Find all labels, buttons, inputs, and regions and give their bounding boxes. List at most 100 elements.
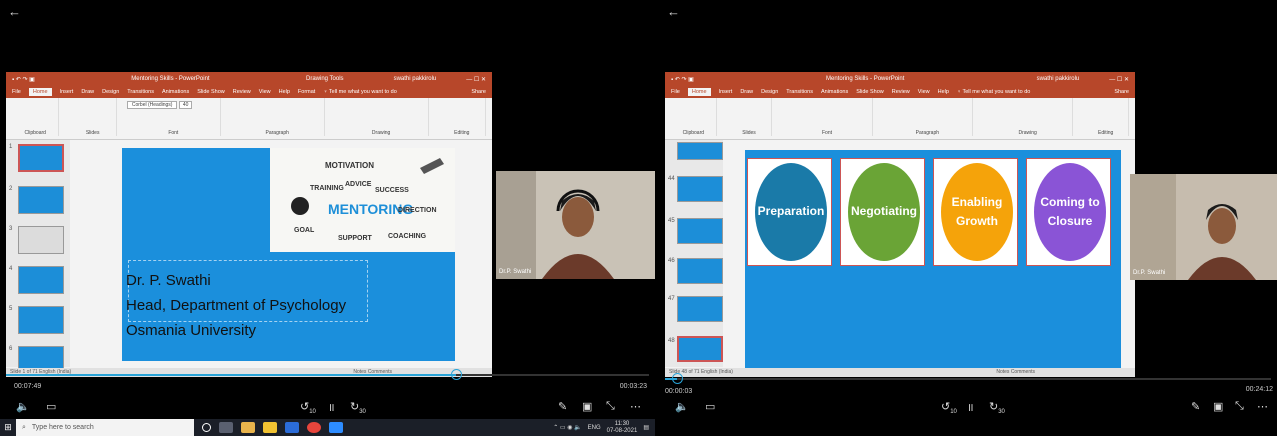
edit-icon[interactable]: ✎ xyxy=(1191,400,1200,413)
slide-canvas[interactable]: MOTIVATION ADVICE TRAINING SUCCESS MENTO… xyxy=(122,148,455,361)
slide-thumbnail-4[interactable] xyxy=(18,266,64,294)
tab-draw[interactable]: Draw xyxy=(740,89,753,95)
tab-view[interactable]: View xyxy=(918,89,930,95)
word-app-icon[interactable] xyxy=(285,422,299,433)
more-options-icon[interactable]: ⋯ xyxy=(1257,400,1268,413)
rewind-10-icon[interactable]: ↺10 xyxy=(941,400,957,415)
fit-screen-icon[interactable]: ▣ xyxy=(1213,400,1223,413)
slide-thumbnail-5[interactable] xyxy=(18,306,64,334)
ribbon-group-clipboard[interactable]: Clipboard xyxy=(12,98,60,136)
tab-transitions[interactable]: Transitions xyxy=(786,89,813,95)
slide-thumbnail-2[interactable] xyxy=(18,186,64,214)
tab-draw[interactable]: Draw xyxy=(81,89,94,95)
chrome-icon[interactable] xyxy=(307,422,321,433)
quick-access-toolbar[interactable]: ▪ ↶ ↷ ▣ xyxy=(671,76,694,83)
back-arrow-icon[interactable]: ← xyxy=(667,4,680,19)
status-notes-comments[interactable]: Notes Comments xyxy=(996,368,1035,377)
ribbon-group-editing[interactable]: Editing xyxy=(1083,98,1129,136)
captions-icon[interactable]: ▭ xyxy=(46,400,56,413)
slide-thumbnail-43[interactable] xyxy=(677,142,723,160)
tell-me-search[interactable]: ♀ Tell me what you want to do xyxy=(957,89,1030,95)
tab-file[interactable]: File xyxy=(671,89,680,95)
card-negotiating[interactable]: Negotiating xyxy=(840,158,925,266)
slide-thumbnail-47[interactable] xyxy=(677,296,723,322)
tab-review[interactable]: Review xyxy=(892,89,910,95)
cortana-icon[interactable] xyxy=(202,423,211,432)
quick-access-toolbar[interactable]: ▪ ↶ ↷ ▣ xyxy=(12,76,35,83)
font-size-box[interactable]: 40 xyxy=(178,101,193,109)
share-button[interactable]: Share xyxy=(471,89,486,95)
tab-design[interactable]: Design xyxy=(761,89,778,95)
seek-bar-handle[interactable] xyxy=(672,373,684,384)
ribbon-group-font[interactable]: Corbel (Headings) 40 Font xyxy=(126,98,221,136)
tell-me-search[interactable]: ♀ Tell me what you want to do xyxy=(323,89,396,95)
tray-icons[interactable]: ⌃ ▭ ◉ 🔈 xyxy=(553,424,581,431)
tab-animations[interactable]: Animations xyxy=(821,89,848,95)
window-controls[interactable]: — ☐ ✕ xyxy=(466,76,486,83)
tab-insert[interactable]: Insert xyxy=(719,89,733,95)
shrink-icon[interactable]: ⤡ xyxy=(606,400,615,413)
tab-format[interactable]: Format xyxy=(298,89,315,95)
ribbon-group-paragraph[interactable]: Paragraph xyxy=(883,98,973,136)
slide-thumbnail-1[interactable] xyxy=(18,144,64,172)
tab-view[interactable]: View xyxy=(259,89,271,95)
seek-bar[interactable] xyxy=(6,369,649,380)
tab-animations[interactable]: Animations xyxy=(162,89,189,95)
font-name-box[interactable]: Corbel (Headings) xyxy=(126,101,178,109)
share-button[interactable]: Share xyxy=(1114,89,1129,95)
tab-transitions[interactable]: Transitions xyxy=(127,89,154,95)
tab-home[interactable]: Home xyxy=(687,88,711,96)
forward-30-icon[interactable]: ↻30 xyxy=(350,400,366,415)
slide-canvas[interactable]: Preparation Negotiating Enabling Growth … xyxy=(745,150,1121,370)
card-coming-to-closure[interactable]: Coming to Closure xyxy=(1026,158,1111,266)
shrink-icon[interactable]: ⤡ xyxy=(1235,400,1244,413)
user-name[interactable]: swathi pakkirolu xyxy=(394,76,437,82)
task-view-icon[interactable] xyxy=(219,422,233,433)
tab-home[interactable]: Home xyxy=(28,88,52,96)
clock[interactable]: 11:30 07-08-2021 xyxy=(607,421,638,435)
ribbon-group-slides[interactable]: Slides xyxy=(727,98,773,136)
fit-screen-icon[interactable]: ▣ xyxy=(582,400,592,413)
rewind-10-icon[interactable]: ↺10 xyxy=(300,400,316,415)
zoom-app-icon[interactable] xyxy=(329,422,343,433)
ribbon-group-drawing[interactable]: Drawing xyxy=(335,98,429,136)
tab-file[interactable]: File xyxy=(12,89,21,95)
speaker-text-block[interactable]: Dr. P. Swathi Head, Department of Psycho… xyxy=(126,268,346,343)
file-explorer-icon[interactable] xyxy=(241,422,255,433)
windows-start-icon[interactable]: ⊞ xyxy=(0,419,16,436)
slide-thumbnail-45[interactable] xyxy=(677,218,723,244)
ribbon-group-font[interactable]: Font xyxy=(782,98,873,136)
edit-icon[interactable]: ✎ xyxy=(558,400,567,413)
slide-thumbnail-3[interactable] xyxy=(18,226,64,254)
language-indicator[interactable]: ENG xyxy=(588,425,601,431)
pause-icon[interactable]: ॥ xyxy=(328,400,335,415)
more-options-icon[interactable]: ⋯ xyxy=(630,400,641,413)
card-enabling-growth[interactable]: Enabling Growth xyxy=(933,158,1018,266)
window-controls[interactable]: — ☐ ✕ xyxy=(1109,76,1129,83)
pause-icon[interactable]: ॥ xyxy=(967,400,974,415)
slide-thumbnail-46[interactable] xyxy=(677,258,723,284)
store-icon[interactable] xyxy=(263,422,277,433)
tab-slide-show[interactable]: Slide Show xyxy=(856,89,884,95)
seek-bar[interactable] xyxy=(665,373,1271,384)
forward-30-icon[interactable]: ↻30 xyxy=(989,400,1005,415)
tab-slide-show[interactable]: Slide Show xyxy=(197,89,225,95)
volume-icon[interactable]: 🔈 xyxy=(675,400,689,413)
card-preparation[interactable]: Preparation xyxy=(747,158,832,266)
taskbar-search[interactable]: ⌕ Type here to search xyxy=(16,419,194,436)
slide-thumbnail-44[interactable] xyxy=(677,176,723,202)
tab-review[interactable]: Review xyxy=(233,89,251,95)
tab-insert[interactable]: Insert xyxy=(60,89,74,95)
notification-icon[interactable]: ▤ xyxy=(643,424,649,431)
back-arrow-icon[interactable]: ← xyxy=(8,4,21,19)
volume-icon[interactable]: 🔈 xyxy=(16,400,30,413)
tab-help[interactable]: Help xyxy=(279,89,290,95)
captions-icon[interactable]: ▭ xyxy=(705,400,715,413)
seek-bar-handle[interactable] xyxy=(451,369,463,380)
ribbon-group-editing[interactable]: Editing xyxy=(439,98,486,136)
ribbon-group-drawing[interactable]: Drawing xyxy=(983,98,1074,136)
user-name[interactable]: swathi pakkirolu xyxy=(1037,76,1080,82)
slide-thumbnail-48[interactable] xyxy=(677,336,723,362)
ribbon-group-clipboard[interactable]: Clipboard xyxy=(671,98,717,136)
ribbon-group-slides[interactable]: Slides xyxy=(69,98,117,136)
